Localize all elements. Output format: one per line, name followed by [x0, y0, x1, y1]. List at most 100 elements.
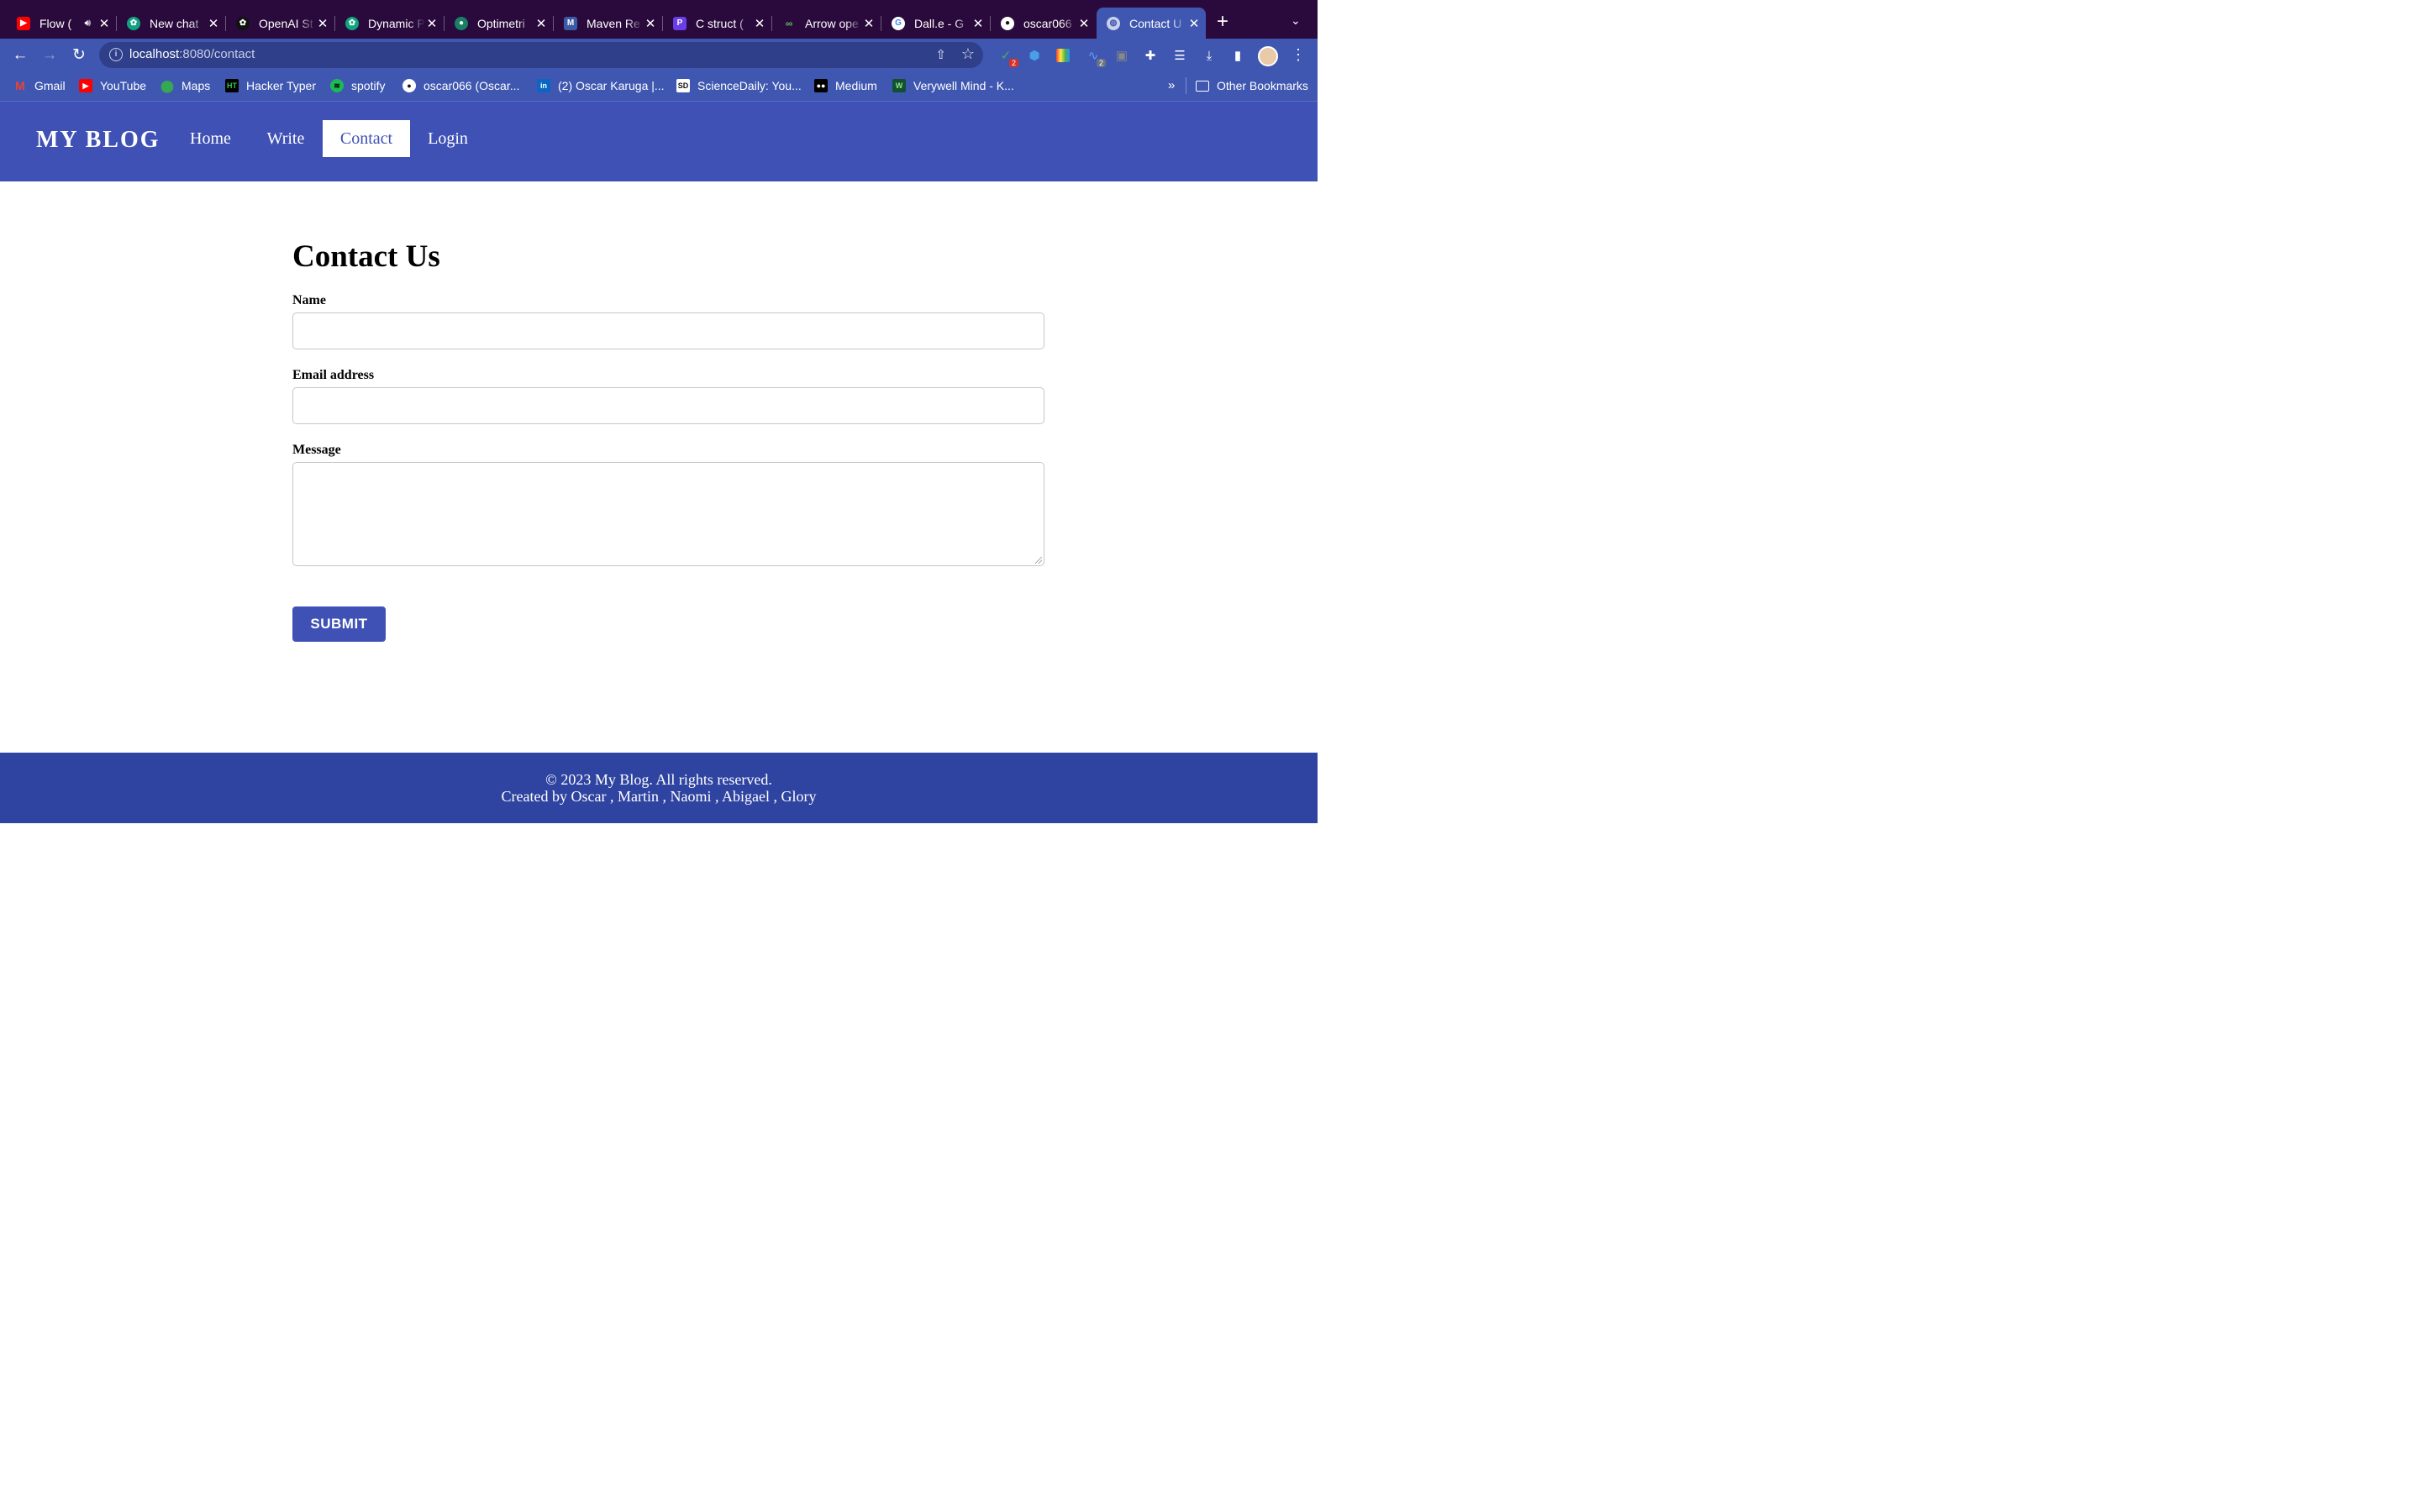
- linkedin-icon: in: [537, 79, 550, 92]
- close-icon[interactable]: ✕: [425, 16, 439, 31]
- spotify-icon: ≋: [330, 79, 344, 92]
- chevron-down-icon[interactable]: ⌄: [1291, 13, 1301, 28]
- resize-handle-icon[interactable]: [1035, 557, 1042, 564]
- info-icon[interactable]: i: [109, 48, 123, 61]
- site-logo[interactable]: MY BLOG: [36, 127, 160, 154]
- bookmark-youtube[interactable]: ▶ YouTube: [79, 79, 146, 92]
- tab-optimetrics[interactable]: ● Optimetri ✕: [445, 8, 554, 39]
- nav-login[interactable]: Login: [412, 120, 484, 157]
- tab-title: Arrow ope: [805, 16, 859, 30]
- nav-home[interactable]: Home: [173, 120, 248, 157]
- back-arrow-icon[interactable]: ←: [10, 45, 30, 66]
- color-palette-icon[interactable]: [1054, 46, 1072, 65]
- speaker-icon[interactable]: 🔊︎: [84, 17, 91, 29]
- bookmark-spotify[interactable]: ≋ spotify: [330, 79, 385, 92]
- tab-new-chat[interactable]: ✿ New chat ✕: [117, 8, 226, 39]
- other-bookmarks[interactable]: Other Bookmarks: [1196, 79, 1308, 92]
- bookmark-label: oscar066 (Oscar...: [424, 79, 520, 92]
- bookmark-verywell[interactable]: W Verywell Mind - K...: [892, 79, 1014, 92]
- bookmark-sciencedaily[interactable]: SD ScienceDaily: You...: [676, 79, 802, 92]
- close-icon[interactable]: ✕: [207, 16, 220, 31]
- extension-badge: 2: [1008, 59, 1018, 67]
- tab-c-struct[interactable]: P C struct ( ✕: [663, 8, 772, 39]
- extension-drop-icon[interactable]: ⬢: [1025, 46, 1044, 65]
- download-icon[interactable]: ⤓: [1200, 46, 1218, 65]
- other-bookmarks-label: Other Bookmarks: [1217, 79, 1308, 92]
- close-icon[interactable]: ✕: [753, 16, 766, 31]
- extension-icon[interactable]: ✓ 2: [997, 46, 1018, 67]
- tab-dalle-google[interactable]: G Dall.e - G ✕: [881, 8, 991, 39]
- star-icon[interactable]: ☆: [961, 45, 975, 63]
- tab-title: OpenAI St: [259, 16, 313, 30]
- bookmark-hacker-typer[interactable]: HT Hacker Typer: [225, 79, 316, 92]
- share-icon[interactable]: ⇧: [935, 47, 946, 62]
- avatar[interactable]: [1258, 46, 1278, 66]
- tab-title: oscar066: [1023, 16, 1072, 30]
- chatgpt-icon: ✿: [345, 16, 359, 30]
- side-panel-icon[interactable]: ▮: [1228, 46, 1247, 65]
- footer-credits: Created by Oscar , Martin , Naomi , Abig…: [501, 788, 817, 805]
- forward-arrow-icon[interactable]: →: [39, 45, 60, 66]
- wave-extension-icon[interactable]: ∿ 2: [1084, 46, 1106, 67]
- folder-icon: [1196, 80, 1209, 92]
- nav-contact[interactable]: Contact: [323, 120, 410, 157]
- bookmark-label: spotify: [351, 79, 386, 92]
- double-chevron-icon[interactable]: »: [1168, 78, 1175, 92]
- new-tab-icon[interactable]: +: [1217, 12, 1228, 32]
- message-textarea[interactable]: [292, 462, 1044, 566]
- message-label: Message: [292, 443, 341, 457]
- tab-github[interactable]: ● oscar066 ✕: [991, 8, 1096, 39]
- tab-youtube-flow[interactable]: ▶ Flow ( 🔊︎ ✕: [7, 8, 117, 39]
- nav-write[interactable]: Write: [250, 120, 321, 157]
- close-icon[interactable]: ✕: [862, 16, 876, 31]
- tab-title: Dynamic P: [368, 16, 425, 30]
- tab-dynamic[interactable]: ✿ Dynamic P ✕: [335, 8, 445, 39]
- name-label: Name: [292, 293, 326, 307]
- tab-title: Maven Re: [587, 16, 640, 30]
- bookmark-label: (2) Oscar Karuga |...: [558, 79, 665, 92]
- bookmark-maps[interactable]: ⬤ Maps: [160, 79, 211, 93]
- address-url[interactable]: localhost:8080/contact: [129, 47, 255, 61]
- extension-badge: 2: [1096, 59, 1106, 67]
- programiz-icon: P: [673, 16, 687, 30]
- tab-maven[interactable]: M Maven Re ✕: [554, 8, 663, 39]
- tab-title: Optimetri: [477, 16, 525, 30]
- globe-icon: ◍: [1107, 16, 1120, 30]
- footer-copyright: © 2023 My Blog. All rights reserved.: [545, 771, 772, 788]
- bookmark-label: Hacker Typer: [246, 79, 316, 92]
- tab-contact-active[interactable]: ◍ Contact U ✕: [1097, 8, 1206, 39]
- bookmark-linkedin[interactable]: in (2) Oscar Karuga |...: [537, 79, 665, 92]
- browser-window: ▶ Flow ( 🔊︎ ✕ ✿ New chat ✕ ✿ OpenAI St ✕…: [0, 0, 1318, 823]
- puzzle-icon[interactable]: ✚: [1141, 46, 1160, 65]
- page-title: Contact Us: [292, 239, 440, 274]
- robot-icon[interactable]: ▣: [1113, 46, 1131, 65]
- submit-button[interactable]: SUBMIT: [292, 606, 386, 642]
- reading-list-icon[interactable]: ☰: [1171, 46, 1189, 65]
- name-field[interactable]: [292, 312, 1044, 349]
- more-menu-icon[interactable]: ⋮: [1291, 46, 1306, 64]
- bookmark-medium[interactable]: ●● Medium: [814, 79, 877, 92]
- verywell-icon: W: [892, 79, 906, 92]
- reload-icon[interactable]: ↻: [69, 45, 89, 66]
- bookmark-label: Verywell Mind - K...: [913, 79, 1014, 92]
- close-icon[interactable]: ✕: [316, 16, 329, 31]
- bookmark-label: Maps: [182, 79, 211, 92]
- bookmark-gmail[interactable]: M Gmail: [13, 79, 65, 92]
- medium-icon: ●●: [814, 79, 828, 92]
- close-icon[interactable]: ✕: [1187, 16, 1201, 31]
- bookmark-label: ScienceDaily: You...: [697, 79, 802, 92]
- close-icon[interactable]: ✕: [1077, 16, 1091, 31]
- github-icon: ●: [402, 79, 416, 92]
- tab-arrow[interactable]: ∞ Arrow ope ✕: [772, 8, 881, 39]
- email-field[interactable]: [292, 387, 1044, 424]
- tab-openai[interactable]: ✿ OpenAI St ✕: [226, 8, 335, 39]
- address-bar[interactable]: i localhost:8080/contact ⇧ ☆: [99, 42, 983, 68]
- bookmark-github[interactable]: ● oscar066 (Oscar...: [402, 79, 519, 92]
- close-icon[interactable]: ✕: [644, 16, 657, 31]
- close-icon[interactable]: ✕: [534, 16, 548, 31]
- sciencedaily-icon: SD: [676, 79, 690, 92]
- site-header: MY BLOG Home Write Contact Login: [0, 101, 1318, 181]
- close-icon[interactable]: ✕: [971, 16, 985, 31]
- close-icon[interactable]: ✕: [97, 16, 111, 31]
- tab-title: C struct (: [696, 16, 744, 30]
